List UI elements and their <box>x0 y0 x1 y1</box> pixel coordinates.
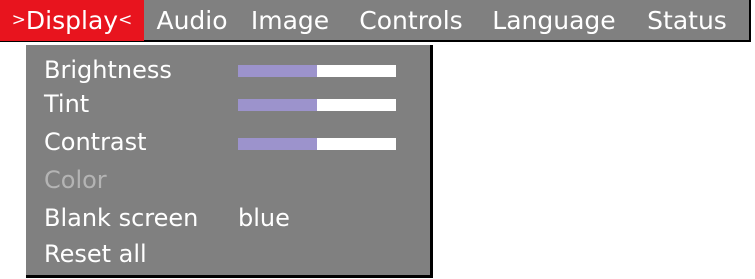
contrast-label: Contrast <box>44 128 147 156</box>
contrast-slider[interactable] <box>238 138 396 150</box>
menu-bar: > Display < Audio Image Controls Languag… <box>0 0 751 42</box>
tint-slider-fill <box>238 99 317 111</box>
tab-language[interactable]: Language <box>482 0 626 41</box>
tab-display-left-marker: > <box>11 10 26 30</box>
color-label: Color <box>44 166 107 194</box>
contrast-slider-fill <box>238 138 317 150</box>
menu-item-contrast[interactable]: Contrast <box>44 125 147 159</box>
tab-language-label: Language <box>492 5 616 35</box>
brightness-label: Brightness <box>44 56 172 84</box>
tab-audio-label: Audio <box>156 5 228 35</box>
menu-item-reset-all[interactable]: Reset all <box>44 237 147 271</box>
menu-item-tint[interactable]: Tint <box>44 87 89 121</box>
tint-slider[interactable] <box>238 99 396 111</box>
tint-label: Tint <box>44 90 90 118</box>
menu-item-color: Color <box>44 163 107 197</box>
reset-all-label: Reset all <box>44 240 147 268</box>
tab-image-label: Image <box>250 5 330 35</box>
menu-item-blank-screen[interactable]: Blank screen blue <box>44 201 424 235</box>
tab-display-right-marker: < <box>118 10 133 30</box>
tab-controls-label: Controls <box>359 5 463 35</box>
brightness-slider-fill <box>238 65 317 77</box>
tab-status[interactable]: Status <box>626 0 748 41</box>
menu-item-brightness[interactable]: Brightness <box>44 53 172 87</box>
tab-audio[interactable]: Audio <box>144 0 240 41</box>
tab-display[interactable]: > Display < <box>0 0 144 41</box>
brightness-slider[interactable] <box>238 65 396 77</box>
tab-status-label: Status <box>647 5 727 35</box>
display-menu-panel: Brightness Tint Contrast Color Blank scr… <box>26 45 433 278</box>
blank-screen-value: blue <box>238 204 290 232</box>
tab-display-label: Display <box>25 5 119 35</box>
tab-controls[interactable]: Controls <box>340 0 482 41</box>
tab-image[interactable]: Image <box>240 0 340 41</box>
blank-screen-label: Blank screen <box>44 204 199 232</box>
